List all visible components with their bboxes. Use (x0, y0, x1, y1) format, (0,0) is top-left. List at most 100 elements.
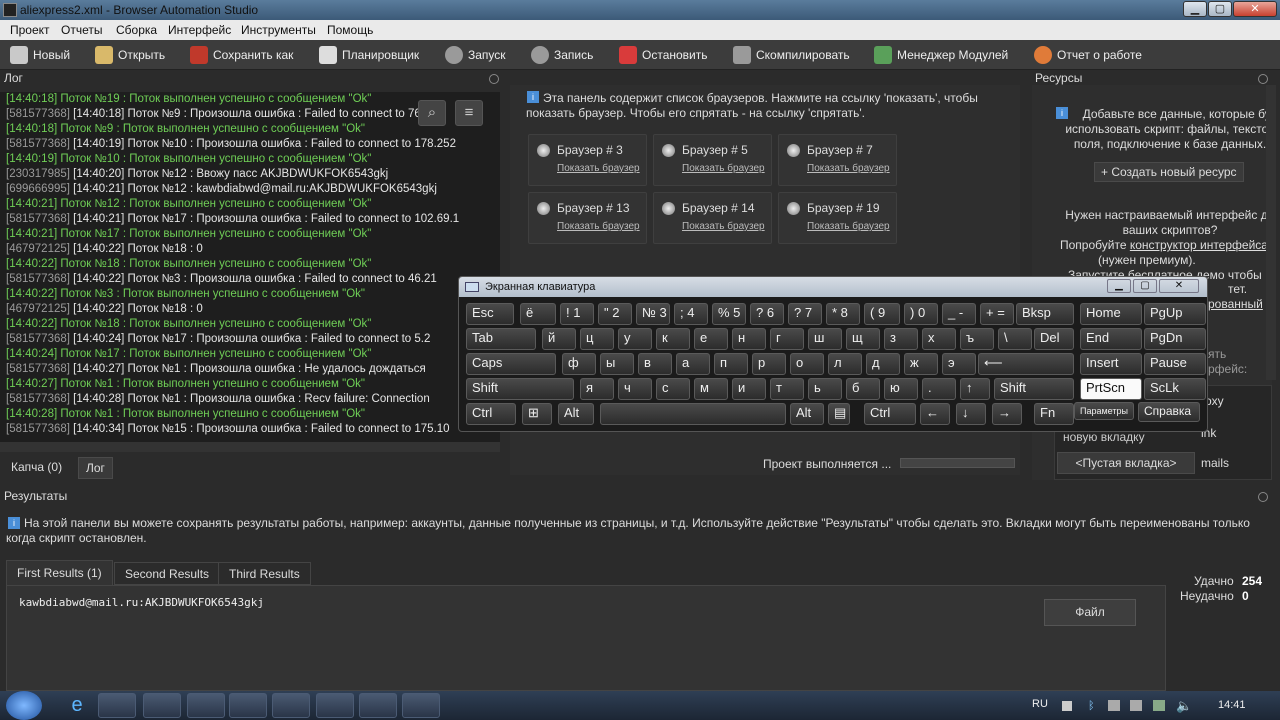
scheduler-button[interactable]: Планировщик (319, 44, 419, 66)
open-button[interactable]: Открыть (95, 44, 165, 66)
show-browser-link[interactable]: Показать браузер (682, 163, 765, 174)
key[interactable]: ; 4 (674, 303, 708, 325)
stop-button[interactable]: Остановить (619, 44, 708, 66)
log-scrollbar[interactable] (0, 442, 500, 452)
key[interactable]: ! 1 (560, 303, 594, 325)
empty-tab[interactable]: <Пустая вкладка> (1057, 452, 1195, 474)
bluetooth-icon[interactable]: ᛒ (1088, 700, 1095, 712)
new-button[interactable]: Новый (10, 44, 70, 66)
keyboard-icon[interactable] (402, 693, 440, 718)
key[interactable]: э (942, 353, 976, 375)
resources-scrollbar[interactable] (1266, 85, 1276, 380)
tab-log[interactable]: Лог (78, 457, 113, 479)
key[interactable]: ? 6 (750, 303, 784, 325)
key[interactable]: г (770, 328, 804, 350)
key[interactable]: з (884, 328, 918, 350)
key[interactable]: р (752, 353, 786, 375)
key[interactable]: Shift (994, 378, 1074, 400)
constructor-link[interactable]: конструктор интерфейса (1130, 238, 1268, 252)
key[interactable]: с (656, 378, 690, 400)
key[interactable]: PrtScn (1080, 378, 1142, 400)
show-browser-link[interactable]: Показать браузер (557, 221, 640, 232)
chrome-icon[interactable] (187, 693, 225, 718)
volume-icon[interactable]: 🔈 (1176, 698, 1192, 714)
key[interactable]: \ (998, 328, 1032, 350)
key[interactable]: + = (980, 303, 1014, 325)
keyboard-params-button[interactable]: Параметры (1074, 402, 1134, 420)
close-button[interactable]: ✕ (1233, 1, 1277, 17)
explorer-icon[interactable] (98, 693, 136, 718)
tray-icon[interactable] (1130, 700, 1142, 711)
key[interactable]: ф (562, 353, 596, 375)
key[interactable]: ю (884, 378, 918, 400)
key[interactable]: ScLk (1144, 378, 1206, 400)
key[interactable]: в (638, 353, 672, 375)
media-player-icon[interactable] (143, 693, 181, 718)
result-entry[interactable]: kawbdiabwd@mail.ru:AKJBDWUKFOK6543gkj (19, 596, 264, 609)
key[interactable]: ш (808, 328, 842, 350)
key[interactable]: PgDn (1144, 328, 1206, 350)
key[interactable]: н (732, 328, 766, 350)
key[interactable]: ы (600, 353, 634, 375)
show-browser-link[interactable]: Показать браузер (682, 221, 765, 232)
menu-project[interactable]: Проект (10, 23, 50, 37)
key[interactable]: к (656, 328, 690, 350)
app-icon[interactable] (272, 693, 310, 718)
key[interactable]: → (992, 403, 1022, 425)
module-manager-button[interactable]: Менеджер Модулей (874, 44, 1008, 66)
key[interactable]: Insert (1080, 353, 1142, 375)
tab-second-results[interactable]: Second Results (114, 562, 221, 585)
tab-first-results[interactable]: First Results (1) (6, 560, 113, 585)
network-icon[interactable] (1153, 700, 1165, 711)
key[interactable]: Caps (466, 353, 556, 375)
notepad-icon[interactable] (229, 693, 267, 718)
key[interactable]: у (618, 328, 652, 350)
key[interactable]: % 5 (712, 303, 746, 325)
key[interactable]: и (732, 378, 766, 400)
tray-icon[interactable] (1108, 700, 1120, 711)
start-button[interactable] (6, 691, 42, 720)
key[interactable]: Alt (790, 403, 824, 425)
key[interactable]: ё (520, 303, 556, 325)
key[interactable]: Tab (466, 328, 536, 350)
key[interactable]: . (922, 378, 956, 400)
key[interactable]: Shift (466, 378, 574, 400)
show-browser-link[interactable]: Показать браузер (807, 221, 890, 232)
key[interactable]: л (828, 353, 862, 375)
key[interactable]: ж (904, 353, 938, 375)
key[interactable] (600, 403, 786, 425)
language-indicator[interactable]: RU (1032, 698, 1048, 710)
log-view[interactable]: [14:40:18] Поток №19 : Поток выполнен ус… (0, 92, 500, 442)
key[interactable]: а (676, 353, 710, 375)
app-icon[interactable] (316, 693, 354, 718)
key[interactable]: ? 7 (788, 303, 822, 325)
key[interactable]: ц (580, 328, 614, 350)
menu-reports[interactable]: Отчеты (61, 23, 102, 37)
search-icon[interactable]: ⌕ (418, 100, 446, 126)
key[interactable]: б (846, 378, 880, 400)
ie-icon[interactable]: e (58, 693, 96, 718)
key[interactable]: ь (808, 378, 842, 400)
resource-item[interactable]: mails (1201, 456, 1229, 470)
menu-build[interactable]: Сборка (116, 23, 157, 37)
keyboard-close-button[interactable]: ✕ (1159, 279, 1199, 293)
run-button[interactable]: Запуск (445, 44, 506, 66)
tray-icon[interactable] (1062, 701, 1072, 711)
minimize-button[interactable]: ▁ (1183, 1, 1207, 17)
create-resource-button[interactable]: + Создать новый ресурс (1094, 162, 1244, 182)
key[interactable]: Fn (1034, 403, 1074, 425)
key[interactable]: Ctrl (466, 403, 516, 425)
key[interactable]: ▤ (828, 403, 850, 425)
key[interactable]: я (580, 378, 614, 400)
key[interactable]: № 3 (636, 303, 670, 325)
tab-captcha[interactable]: Капча (0) (4, 457, 69, 479)
menu-interface[interactable]: Интерфейс (168, 23, 231, 37)
key[interactable]: End (1080, 328, 1142, 350)
keyboard-maximize-button[interactable]: ▢ (1133, 279, 1157, 293)
key[interactable]: т (770, 378, 804, 400)
key[interactable]: ⟵ (978, 353, 1074, 375)
file-button[interactable]: Файл (1044, 599, 1136, 626)
key[interactable]: ) 0 (904, 303, 938, 325)
key[interactable]: х (922, 328, 956, 350)
key[interactable]: Bksp (1016, 303, 1074, 325)
